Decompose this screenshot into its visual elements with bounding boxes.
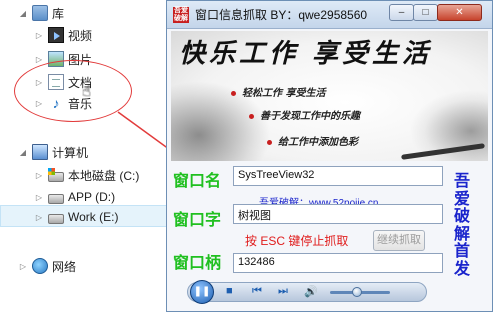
window-text-label: 窗口字 <box>173 212 222 229</box>
resume-capture-button[interactable]: 继续抓取 <box>373 230 425 251</box>
banner-line: 给工作中添加色彩 <box>267 133 358 148</box>
bullet-icon <box>231 91 236 96</box>
volume-slider-knob[interactable] <box>352 287 362 297</box>
pause-icon[interactable]: ❚❚ <box>190 280 214 304</box>
tree-item-network[interactable]: ▷ 网络 <box>18 257 76 275</box>
vertical-brand-text: 吾 爱 破 解 首 发 <box>453 173 470 278</box>
previous-track-icon[interactable]: ⏮ <box>252 285 262 298</box>
expand-arrow-icon[interactable]: ◢ <box>18 9 28 18</box>
video-library-icon <box>48 27 64 43</box>
hand-cursor-icon: ☝ <box>82 83 92 100</box>
expand-arrow-icon[interactable]: ▷ <box>34 193 44 202</box>
tree-item-drive-e[interactable]: ▷ Work (E:) <box>34 208 119 226</box>
esc-stop-hint: 按 ESC 键停止抓取 <box>245 234 349 248</box>
expand-arrow-icon[interactable]: ▷ <box>18 262 28 271</box>
volume-icon[interactable]: 🔊 <box>304 285 318 298</box>
window-name-label: 窗口名 <box>173 173 222 190</box>
maximize-button[interactable]: □ <box>413 4 438 21</box>
tree-item-drive-d[interactable]: ▷ APP (D:) <box>34 188 115 206</box>
tree-item-label: 视频 <box>68 28 93 43</box>
minimize-button[interactable]: – <box>389 4 414 21</box>
bullet-icon <box>249 114 254 119</box>
tree-item-label: 库 <box>52 6 65 21</box>
window-handle-label: 窗口柄 <box>173 255 222 272</box>
window-title: 窗口信息抓取 BY：qwe2958560 <box>195 8 368 22</box>
title-bar[interactable]: 吾爱破解 窗口信息抓取 BY：qwe2958560 – □ ✕ <box>167 1 492 29</box>
tree-item-drive-c[interactable]: ▷ 本地磁盘 (C:) <box>34 166 139 184</box>
library-icon <box>32 5 48 21</box>
highlight-ellipse <box>14 60 132 122</box>
expand-arrow-icon[interactable]: ▷ <box>34 31 44 40</box>
window-handle-field[interactable]: 132486 <box>233 253 443 273</box>
app-logo-icon: 吾爱破解 <box>173 6 189 23</box>
computer-icon <box>32 144 48 160</box>
expand-arrow-icon[interactable]: ▷ <box>34 55 44 64</box>
tree-item-videos[interactable]: ▷ 视频 <box>34 26 92 44</box>
drive-icon <box>48 193 64 204</box>
window-capture-tool: 吾爱破解 窗口信息抓取 BY：qwe2958560 – □ ✕ 快乐工作 享受生… <box>166 0 493 312</box>
window-text-field[interactable]: 树视图 <box>233 204 443 224</box>
tree-item-label: Work (E:) <box>68 210 119 224</box>
banner-title: 快乐工作 享受生活 <box>179 39 433 69</box>
close-button[interactable]: ✕ <box>437 4 482 21</box>
tree-item-libraries[interactable]: ◢ 库 <box>18 4 64 22</box>
next-track-icon[interactable]: ⏭ <box>278 285 288 298</box>
tree-item-label: 本地磁盘 (C:) <box>68 168 140 183</box>
bullet-icon <box>267 140 272 145</box>
window-name-field[interactable]: SysTreeView32 <box>233 166 443 186</box>
tree-item-computer[interactable]: ◢ 计算机 <box>18 143 88 161</box>
network-icon <box>32 258 48 274</box>
banner-line: 善于发现工作中的乐趣 <box>249 107 360 122</box>
stop-icon[interactable]: ■ <box>226 285 233 297</box>
tree-item-label: 网络 <box>52 259 77 274</box>
tree-item-label: 计算机 <box>52 145 89 160</box>
expand-arrow-icon[interactable]: ◢ <box>18 148 28 157</box>
drive-icon <box>48 213 64 224</box>
media-player-bar: ❚❚ ■ ⏮ ⏭ 🔊 <box>187 280 427 304</box>
expand-arrow-icon[interactable]: ▷ <box>34 213 44 222</box>
expand-arrow-icon[interactable]: ▷ <box>34 171 44 180</box>
tree-item-label: APP (D:) <box>68 190 116 204</box>
banner-line: 轻松工作 享受生活 <box>231 84 325 99</box>
banner-image: 快乐工作 享受生活 轻松工作 享受生活 善于发现工作中的乐趣 给工作中添加色彩 <box>171 31 488 161</box>
system-drive-icon <box>48 167 64 182</box>
